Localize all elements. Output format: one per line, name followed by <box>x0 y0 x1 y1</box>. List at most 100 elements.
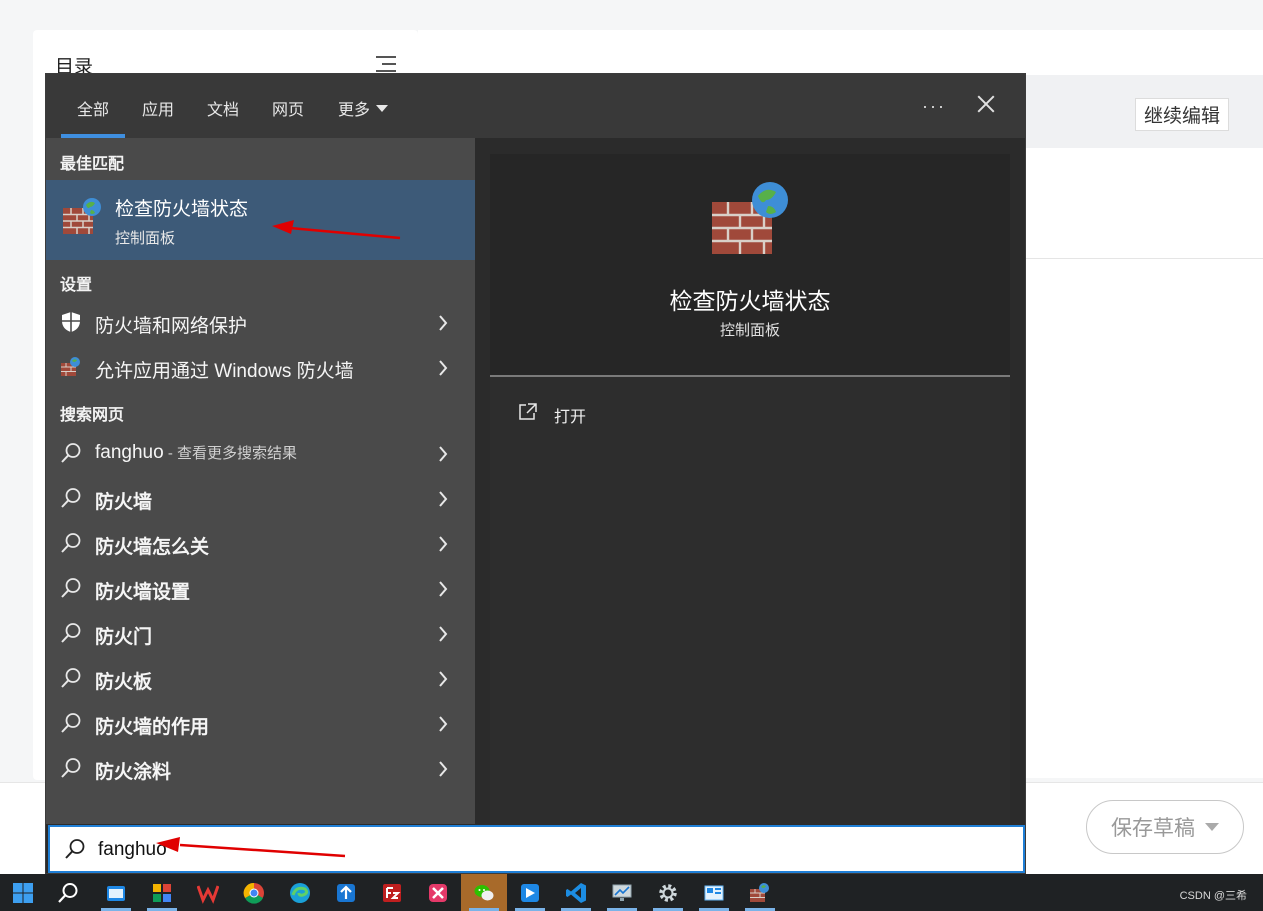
search-tabs-bar: 全部 应用 文档 网页 更多 ··· <box>46 74 1025 138</box>
web-result-row[interactable]: 防火墙怎么关 <box>46 522 475 566</box>
taskbar-app-feishu[interactable] <box>507 874 553 911</box>
tab-documents[interactable]: 文档 <box>207 96 239 120</box>
tab-more[interactable]: 更多 <box>338 96 389 120</box>
settings-item-label: 防火墙和网络保护 <box>95 316 248 337</box>
windows-logo-icon <box>13 883 33 903</box>
tab-apps[interactable]: 应用 <box>142 96 174 120</box>
firewall-small-icon <box>750 883 769 902</box>
chevron-right-icon <box>439 315 448 331</box>
firewall-small-icon <box>61 357 80 376</box>
taskbar-app-upload-tool[interactable] <box>323 874 369 911</box>
taskbar-app-settings[interactable] <box>645 874 691 911</box>
start-button[interactable] <box>0 874 46 911</box>
search-icon <box>61 533 81 553</box>
preview-header: 检查防火墙状态 控制面板 <box>490 154 1010 376</box>
web-result-row[interactable]: 防火涂料 <box>46 747 475 791</box>
search-icon <box>61 623 81 643</box>
firewall-globe-icon <box>712 182 788 254</box>
settings-item-firewall-protection[interactable]: 防火墙和网络保护 <box>46 301 475 345</box>
search-icon <box>61 578 81 598</box>
search-icon <box>58 883 78 903</box>
filezilla-icon <box>383 884 401 902</box>
editor-body <box>1025 148 1263 778</box>
file-explorer-icon <box>107 886 125 901</box>
settings-item-allow-app[interactable]: 允许应用通过 Windows 防火墙 <box>46 346 475 390</box>
web-result-label: fanghuo - 查看更多搜索结果 <box>95 442 297 464</box>
chrome-icon <box>243 882 264 904</box>
best-match-item[interactable]: 检查防火墙状态 控制面板 <box>46 180 475 260</box>
vscode-icon <box>566 883 586 903</box>
best-match-subtitle: 控制面板 <box>115 230 176 247</box>
search-flyout: 全部 应用 文档 网页 更多 ··· 最佳匹配 检查防火墙状态 控制面板 设置 … <box>45 73 1026 874</box>
search-icon <box>61 668 81 688</box>
wps-icon <box>197 885 219 904</box>
web-result-label: 防火墙的作用 <box>95 717 210 738</box>
chevron-right-icon <box>439 626 448 642</box>
taskbar-search-button[interactable] <box>45 874 91 911</box>
feishu-icon <box>521 884 539 902</box>
web-result-label: 防火墙怎么关 <box>95 537 210 558</box>
taskbar-app-remote-desktop[interactable] <box>599 874 645 911</box>
search-box[interactable]: fanghuo <box>48 825 1025 873</box>
search-icon <box>61 758 81 778</box>
app-grid-icon <box>153 884 171 902</box>
taskbar-app-wps[interactable] <box>185 874 231 911</box>
chevron-right-icon <box>439 360 448 376</box>
xmind-icon <box>429 884 447 902</box>
chevron-right-icon <box>439 581 448 597</box>
tab-web[interactable]: 网页 <box>272 96 304 120</box>
web-result-label: 防火墙 <box>95 492 153 513</box>
chevron-down-icon <box>376 105 389 113</box>
web-query-suffix: - 查看更多搜索结果 <box>163 445 298 462</box>
monitor-icon <box>612 884 632 901</box>
search-input[interactable]: fanghuo <box>98 839 167 861</box>
web-result-row[interactable]: 防火墙的作用 <box>46 702 475 746</box>
web-result-row[interactable]: 防火墙 <box>46 477 475 521</box>
preview-subtitle: 控制面板 <box>719 322 780 339</box>
section-best-match: 最佳匹配 <box>60 156 125 173</box>
open-external-icon <box>519 403 537 420</box>
tray-watermark-text: CSDN @三希 <box>1179 890 1247 902</box>
taskbar: CSDN @三希 <box>0 874 1263 911</box>
chevron-right-icon <box>439 671 448 687</box>
save-draft-button[interactable]: 保存草稿 <box>1086 800 1244 854</box>
web-result-row[interactable]: 防火门 <box>46 612 475 656</box>
web-result-label: 防火板 <box>95 672 153 693</box>
tab-more-label: 更多 <box>338 102 371 119</box>
firewall-globe-icon <box>63 198 101 234</box>
taskbar-app-control-panel[interactable] <box>691 874 737 911</box>
save-draft-label: 保存草稿 <box>1111 817 1195 840</box>
web-result-row[interactable]: 防火墙设置 <box>46 567 475 611</box>
edge-icon <box>290 883 310 903</box>
best-match-title: 检查防火墙状态 <box>115 199 249 220</box>
taskbar-app-firewall[interactable] <box>737 874 783 911</box>
wechat-icon <box>474 885 494 901</box>
web-result-row[interactable]: fanghuo - 查看更多搜索结果 <box>46 432 475 476</box>
toc-collapse-icon[interactable] <box>376 56 396 72</box>
search-icon <box>65 839 85 859</box>
taskbar-app-xmind[interactable] <box>415 874 461 911</box>
web-result-label: 防火涂料 <box>95 762 172 783</box>
shield-icon <box>62 312 80 332</box>
close-icon[interactable] <box>974 92 998 116</box>
tab-all[interactable]: 全部 <box>77 96 109 120</box>
section-search-web: 搜索网页 <box>60 407 125 424</box>
search-icon <box>61 443 81 463</box>
page-header-strip <box>418 30 1263 75</box>
upload-tool-icon <box>337 884 355 902</box>
preview-title: 检查防火墙状态 <box>669 288 831 314</box>
taskbar-app-file-explorer[interactable] <box>93 874 139 911</box>
web-query-text: fanghuo <box>95 442 164 463</box>
more-options-icon[interactable]: ··· <box>922 96 946 117</box>
taskbar-app-store[interactable] <box>139 874 185 911</box>
taskbar-app-edge[interactable] <box>277 874 323 911</box>
web-result-label: 防火门 <box>95 627 153 648</box>
web-result-row[interactable]: 防火板 <box>46 657 475 701</box>
taskbar-app-wechat[interactable] <box>461 874 507 911</box>
taskbar-app-vscode[interactable] <box>553 874 599 911</box>
continue-edit-button[interactable]: 继续编辑 <box>1135 98 1230 131</box>
settings-item-label: 允许应用通过 Windows 防火墙 <box>95 361 354 382</box>
preview-pane: 检查防火墙状态 控制面板 打开 <box>490 154 1010 824</box>
taskbar-app-filezilla[interactable] <box>369 874 415 911</box>
taskbar-app-chrome[interactable] <box>231 874 277 911</box>
